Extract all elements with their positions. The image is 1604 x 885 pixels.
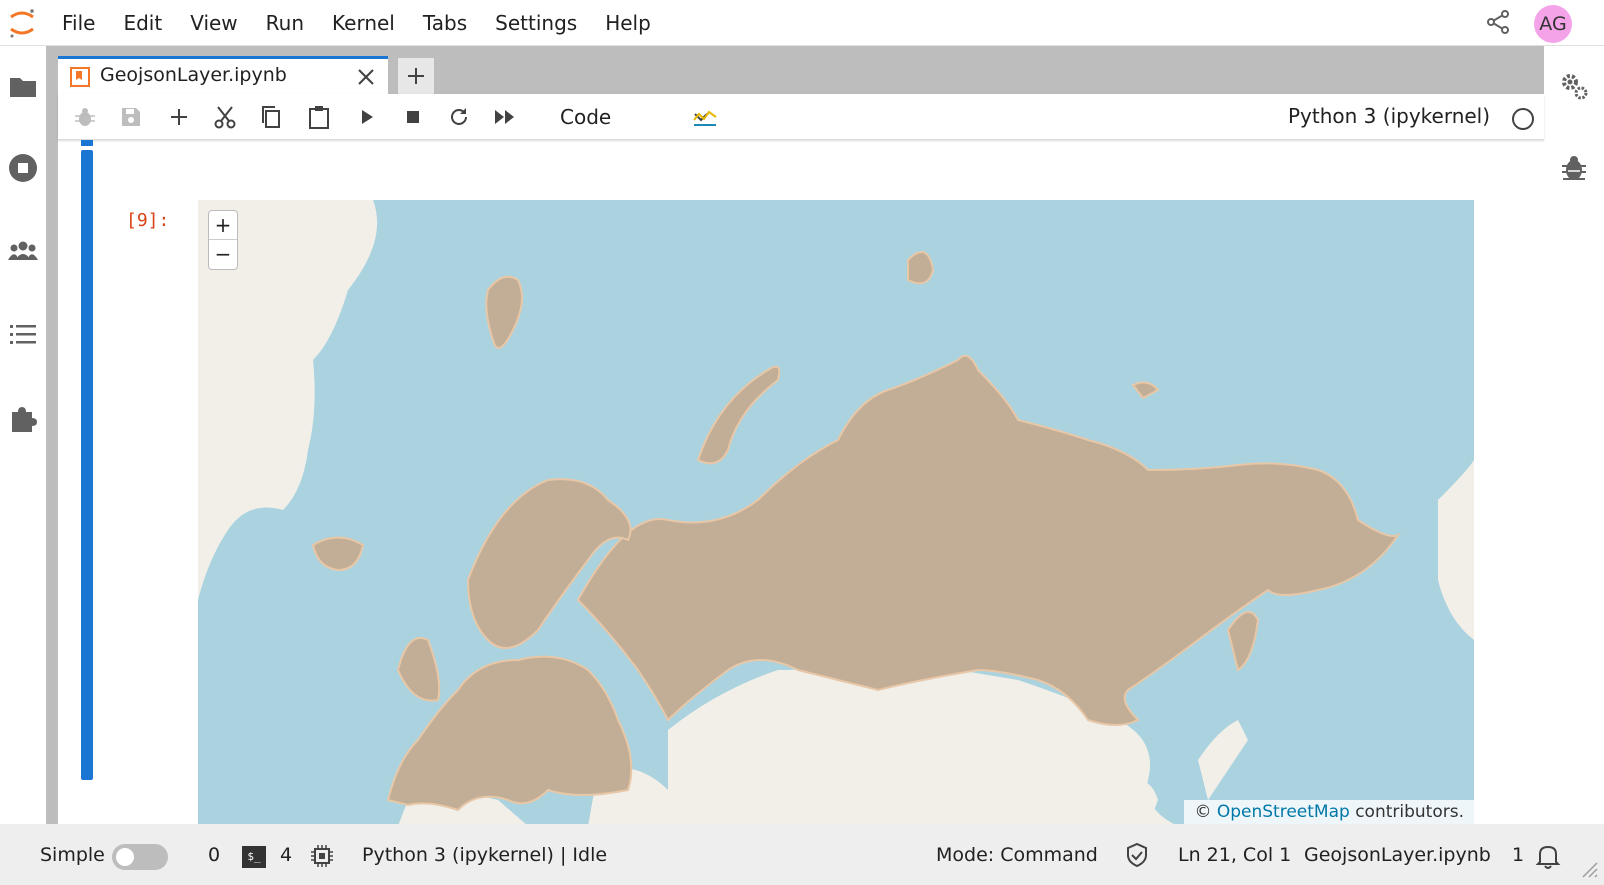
franz-josef-geojson xyxy=(907,251,935,285)
kernel-count[interactable]: 4 xyxy=(280,844,292,866)
main-area: GeojsonLayer.ipynb Code Python 3 (ipyker… xyxy=(46,46,1544,866)
debugger-icon[interactable] xyxy=(1558,152,1590,184)
paste-icon[interactable] xyxy=(306,104,332,130)
close-icon[interactable] xyxy=(354,65,378,89)
top-menu-bar: File Edit View Run Kernel Tabs Settings … xyxy=(0,0,1604,46)
status-filename: GeojsonLayer.ipynb xyxy=(1304,844,1491,866)
toggle-knob xyxy=(116,848,134,866)
zoom-in-button[interactable]: + xyxy=(209,211,237,240)
notebook-icon xyxy=(70,67,90,87)
add-cell-icon[interactable] xyxy=(166,104,192,130)
kernel-status-text[interactable]: Python 3 (ipykernel) | Idle xyxy=(362,844,607,866)
extension-icon[interactable] xyxy=(7,402,39,434)
trusted-shield-icon[interactable] xyxy=(1124,842,1150,868)
run-icon[interactable] xyxy=(354,104,380,130)
main-menu: File Edit View Run Kernel Tabs Settings … xyxy=(48,0,665,46)
menu-edit[interactable]: Edit xyxy=(109,0,176,46)
russia-geojson xyxy=(576,354,1401,726)
menu-tabs[interactable]: Tabs xyxy=(409,0,481,46)
mode-indicator: Mode: Command xyxy=(936,844,1098,866)
simple-mode-label: Simple xyxy=(40,844,105,866)
menu-kernel[interactable]: Kernel xyxy=(318,0,409,46)
resize-grip-icon[interactable] xyxy=(1578,858,1598,878)
cpu-icon[interactable] xyxy=(310,844,334,868)
terminal-icon[interactable]: $_ xyxy=(242,846,266,868)
running-icon[interactable] xyxy=(7,152,39,184)
menu-view[interactable]: View xyxy=(176,0,251,46)
bell-icon[interactable] xyxy=(1534,842,1562,870)
novaya-zemlya-geojson xyxy=(696,365,781,465)
toc-icon[interactable] xyxy=(7,318,39,350)
cell-collapser-top xyxy=(81,140,93,146)
property-inspector-icon[interactable] xyxy=(1558,70,1590,102)
cursor-position[interactable]: Ln 21, Col 1 xyxy=(1178,844,1291,866)
notebook-toolbar: Code Python 3 (ipykernel) xyxy=(58,94,1544,140)
cell-type-select[interactable]: Code xyxy=(560,101,712,133)
menu-settings[interactable]: Settings xyxy=(481,0,591,46)
share-icon[interactable] xyxy=(1484,8,1512,36)
stop-icon[interactable] xyxy=(400,104,426,130)
tab-label: GeojsonLayer.ipynb xyxy=(100,64,287,86)
folder-icon[interactable] xyxy=(7,70,39,102)
zoom-control: + − xyxy=(208,210,238,270)
menu-run[interactable]: Run xyxy=(252,0,318,46)
trace-icon[interactable] xyxy=(692,104,718,130)
map-attribution: © OpenStreetMap contributors. xyxy=(1184,800,1474,826)
restart-icon[interactable] xyxy=(446,104,472,130)
notebook-tab[interactable]: GeojsonLayer.ipynb xyxy=(58,56,388,94)
iceland-geojson xyxy=(311,536,365,572)
osm-link[interactable]: OpenStreetMap xyxy=(1217,802,1350,822)
attribution-suffix: contributors. xyxy=(1355,802,1464,822)
sakhalin-geojson xyxy=(1226,611,1260,672)
cell-collapser[interactable] xyxy=(81,150,93,780)
notification-count[interactable]: 1 xyxy=(1512,844,1524,866)
jupyter-logo-icon[interactable] xyxy=(6,6,38,40)
japan-land xyxy=(1198,720,1248,800)
plus-icon xyxy=(408,68,424,84)
right-sidebar xyxy=(1544,46,1604,846)
notebook-panel: Code Python 3 (ipykernel) [9]: + − © Ope… xyxy=(58,94,1544,866)
status-bar: Simple 0 $_ 4 Python 3 (ipykernel) | Idl… xyxy=(0,824,1604,885)
svalbard-geojson xyxy=(485,275,523,349)
terminal-count[interactable]: 0 xyxy=(208,844,220,866)
run-all-icon[interactable] xyxy=(492,104,518,130)
simple-mode-toggle[interactable] xyxy=(112,844,168,870)
left-sidebar xyxy=(0,46,46,846)
save-icon[interactable] xyxy=(118,104,144,130)
menu-file[interactable]: File xyxy=(48,0,109,46)
bug-icon[interactable] xyxy=(72,104,98,130)
menu-help[interactable]: Help xyxy=(591,0,665,46)
zoom-out-button[interactable]: − xyxy=(209,240,237,269)
cell-prompt: [9]: xyxy=(126,210,170,231)
uk-geojson xyxy=(396,637,441,702)
kernel-name[interactable]: Python 3 (ipykernel) xyxy=(1288,104,1490,128)
kernel-status-circle xyxy=(1512,108,1534,130)
copy-icon[interactable] xyxy=(258,104,284,130)
user-avatar[interactable]: AG xyxy=(1534,5,1572,43)
copyright-symbol: © xyxy=(1194,802,1212,822)
cut-icon[interactable] xyxy=(212,104,238,130)
alaska-land xyxy=(1438,460,1474,640)
new-tab-button[interactable] xyxy=(398,58,434,94)
wrangel-geojson xyxy=(1131,381,1160,400)
map-tiles xyxy=(198,200,1474,826)
collaborators-icon[interactable] xyxy=(7,236,39,268)
map-widget[interactable]: + − © OpenStreetMap contributors. xyxy=(198,200,1474,826)
